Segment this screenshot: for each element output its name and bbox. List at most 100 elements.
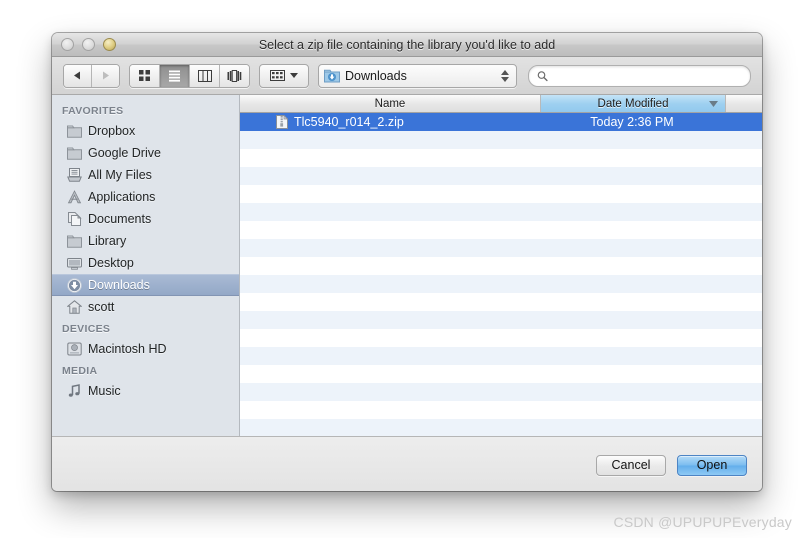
search-field[interactable] (528, 64, 751, 87)
empty-row (240, 239, 762, 257)
column-headers: Name Date Modified (240, 95, 762, 113)
file-open-dialog: Select a zip file containing the library… (52, 33, 762, 491)
table-row[interactable]: Tlc5940_r014_2.zip Today 2:36 PM (240, 113, 762, 131)
sidebar-item-library[interactable]: Library (52, 230, 239, 252)
chevron-down-icon (290, 73, 298, 78)
column-view-icon (197, 69, 212, 82)
arrange-by-button[interactable] (259, 63, 309, 88)
documents-icon (66, 211, 82, 227)
file-name-cell: Tlc5940_r014_2.zip (240, 115, 540, 129)
empty-row (240, 257, 762, 275)
dialog-footer: Cancel Open (52, 437, 762, 491)
view-mode-buttons (129, 63, 250, 88)
column-header-name[interactable]: Name (240, 95, 541, 112)
home-icon (66, 299, 82, 315)
sidebar-item-label: Library (88, 234, 127, 248)
column-header-date-modified[interactable]: Date Modified (541, 95, 726, 112)
back-arrow-icon (74, 71, 80, 80)
sidebar-section-devices-header: DEVICES (62, 323, 111, 335)
dialog-body: FAVORITES Dropbox Google Drive All My Fi… (52, 95, 762, 437)
file-date-cell: Today 2:36 PM (590, 115, 674, 129)
column-header-date-label: Date Modified (597, 97, 669, 110)
downloads-icon (66, 277, 82, 293)
sidebar-item-music[interactable]: Music (52, 380, 239, 402)
sidebar-item-desktop[interactable]: Desktop (52, 252, 239, 274)
column-view-button[interactable] (190, 64, 220, 87)
minimize-button[interactable] (82, 38, 95, 51)
empty-row (240, 203, 762, 221)
sidebar-item-downloads[interactable]: Downloads (52, 274, 239, 296)
navigation-buttons (63, 63, 120, 88)
coverflow-view-icon (227, 69, 242, 82)
empty-row (240, 293, 762, 311)
column-header-spacer (726, 95, 762, 112)
icon-view-icon (139, 70, 150, 81)
sidebar-item-dropbox[interactable]: Dropbox (52, 120, 239, 142)
sidebar-item-label: Desktop (88, 256, 134, 270)
file-list-pane: Name Date Modified Tlc5940_r014_2.zip To… (240, 95, 762, 436)
sidebar-item-applications[interactable]: Applications (52, 186, 239, 208)
icon-view-button[interactable] (130, 64, 160, 87)
sidebar-item-macintosh-hd[interactable]: Macintosh HD (52, 338, 239, 360)
column-header-name-label: Name (374, 97, 406, 110)
sidebar-item-label: Applications (88, 190, 156, 204)
sidebar-item-label: Downloads (88, 278, 150, 292)
music-note-icon (66, 383, 82, 399)
folder-icon (66, 123, 82, 139)
downloads-folder-icon (324, 69, 340, 82)
sort-descending-icon (709, 101, 718, 107)
hard-disk-icon (66, 341, 82, 357)
arrange-grid-icon (270, 70, 285, 81)
path-popup-button[interactable]: Downloads (318, 63, 517, 88)
forward-arrow-icon (103, 71, 109, 80)
empty-row (240, 131, 762, 149)
sidebar-item-label: Documents (88, 212, 152, 226)
empty-row (240, 311, 762, 329)
zoom-button[interactable] (103, 38, 116, 51)
folder-icon (66, 145, 82, 161)
toolbar: Downloads (52, 57, 762, 95)
window-title: Select a zip file containing the library… (258, 37, 556, 52)
close-button[interactable] (61, 38, 74, 51)
title-bar[interactable]: Select a zip file containing the library… (52, 33, 762, 57)
search-icon (537, 70, 548, 81)
desktop-icon (66, 255, 82, 271)
empty-row (240, 347, 762, 365)
coverflow-view-button[interactable] (220, 64, 249, 87)
sidebar[interactable]: FAVORITES Dropbox Google Drive All My Fi… (52, 95, 240, 436)
empty-row (240, 401, 762, 419)
empty-row (240, 365, 762, 383)
cancel-button[interactable]: Cancel (596, 454, 666, 476)
folder-icon (66, 233, 82, 249)
sidebar-item-google-drive[interactable]: Google Drive (52, 142, 239, 164)
sidebar-item-label: Dropbox (88, 124, 136, 138)
list-view-button[interactable] (160, 64, 190, 87)
all-my-files-icon (66, 167, 82, 183)
list-view-icon (169, 70, 180, 82)
sidebar-item-label: All My Files (88, 168, 152, 182)
path-popup-label: Downloads (345, 68, 407, 83)
chevron-down-icon (501, 76, 509, 82)
forward-button[interactable] (92, 64, 119, 87)
empty-row (240, 149, 762, 167)
path-popup-stepper[interactable] (501, 69, 509, 82)
watermark: CSDN @UPUPUPEveryday (613, 514, 792, 530)
file-name-label: Tlc5940_r014_2.zip (294, 115, 404, 129)
empty-row (240, 167, 762, 185)
sidebar-section-media-header: MEDIA (62, 365, 98, 377)
empty-row (240, 419, 762, 436)
empty-row (240, 221, 762, 239)
file-rows[interactable]: Tlc5940_r014_2.zip Today 2:36 PM (240, 113, 762, 436)
empty-row (240, 329, 762, 347)
search-input[interactable] (552, 67, 742, 84)
open-button[interactable]: Open (677, 454, 747, 476)
sidebar-item-documents[interactable]: Documents (52, 208, 239, 230)
sidebar-item-label: Macintosh HD (88, 342, 167, 356)
applications-icon (66, 189, 82, 205)
empty-row (240, 383, 762, 401)
chevron-up-icon (501, 69, 509, 75)
back-button[interactable] (64, 64, 92, 87)
sidebar-item-scott[interactable]: scott (52, 296, 239, 318)
sidebar-item-label: Google Drive (88, 146, 161, 160)
sidebar-item-all-my-files[interactable]: All My Files (52, 164, 239, 186)
